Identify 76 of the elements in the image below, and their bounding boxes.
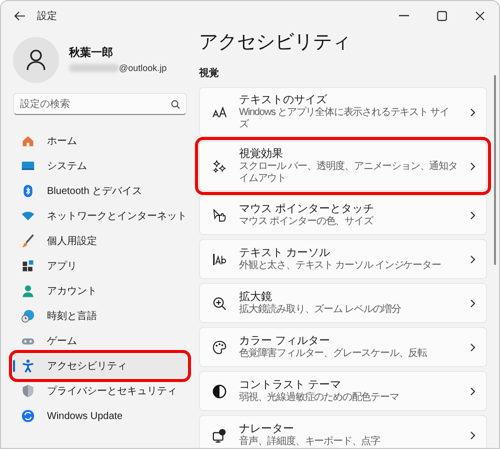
minimize-icon <box>399 15 409 17</box>
card-description: スクロール バー、透明度、アニメーション、通知タイムアウト <box>239 161 458 185</box>
monitor-icon <box>21 159 35 173</box>
sidebar-item[interactable]: Windows Update <box>13 404 187 428</box>
narrator-icon <box>212 428 227 442</box>
account-email: @outlook.jp <box>119 62 167 75</box>
card-description: 弱視、光線過敏症のための配色テーマ <box>239 392 400 404</box>
card-title: テキスト カーソル <box>239 246 332 260</box>
settings-card[interactable]: ナレーター 音声、詳細度、キーボード、点字 <box>199 415 487 448</box>
chevron-right-icon <box>470 342 476 352</box>
section-heading: 視覚 <box>199 66 220 81</box>
search-field[interactable]: 設定の検索 <box>13 93 187 115</box>
shield-icon <box>21 384 35 398</box>
maximize-icon <box>437 11 447 21</box>
sparkles-icon <box>212 158 227 174</box>
card-description: 色覚障害フィルター、グレースケール、反転 <box>239 348 428 360</box>
settings-card[interactable]: カラー フィルター 色覚障害フィルター、グレースケール、反転 <box>199 327 487 367</box>
card-title: ナレーター <box>239 422 295 436</box>
blurred-text <box>69 64 119 72</box>
apps-icon <box>21 259 35 273</box>
settings-card[interactable]: 拡大鏡 拡大鏡読み取り、ズーム レベルの増分 <box>199 283 487 323</box>
sidebar-item[interactable]: システム <box>13 154 187 178</box>
card-title: カラー フィルター <box>239 334 332 348</box>
card-title: 拡大鏡 <box>239 290 273 304</box>
settings-card[interactable]: テキスト カーソル 外観と太さ、テキスト カーソル インジケーター <box>199 239 487 279</box>
card-title: 視覚効果 <box>239 147 284 161</box>
house-icon <box>21 134 35 148</box>
card-description: 外観と太さ、テキスト カーソル インジケーター <box>239 260 442 272</box>
card-description: Windows とアプリ全体に表示されるテキスト サイズ <box>239 107 450 131</box>
sidebar-item[interactable]: プライバシーとセキュリティ <box>13 379 187 403</box>
page-title: アクセシビリティ <box>199 33 352 52</box>
sidebar-item[interactable]: アカウント <box>13 279 187 303</box>
person-icon <box>26 49 46 71</box>
bluetooth-icon <box>21 184 35 198</box>
brush-icon <box>21 234 35 248</box>
update-icon <box>21 409 35 423</box>
sidebar-item[interactable]: Bluetooth とデバイス <box>13 179 187 203</box>
back-arrow-icon <box>14 11 24 21</box>
sidebar-item[interactable]: アプリ <box>13 254 187 278</box>
close-icon <box>475 11 485 21</box>
chevron-right-icon <box>470 254 476 264</box>
magnifier-plus-icon <box>212 296 227 310</box>
card-description: 音声、詳細度、キーボード、点字 <box>239 436 382 448</box>
settings-card[interactable]: コントラスト テーマ 弱視、光線過敏症のための配色テーマ <box>199 371 487 411</box>
settings-card[interactable]: テキストのサイズ Windows とアプリ全体に表示されるテキスト サイズ <box>199 87 487 137</box>
sidebar-item[interactable]: ホーム <box>13 129 187 153</box>
chevron-right-icon <box>470 162 476 170</box>
window-title: 設定 <box>37 10 57 24</box>
sidebar-item[interactable]: 時刻と言語 <box>13 304 187 328</box>
chevron-right-icon <box>470 210 476 220</box>
sidebar-item[interactable]: アクセシビリティ <box>13 354 187 378</box>
settings-card[interactable]: マウス ポインターとタッチ マウス ポインターの色、サイズ <box>199 195 487 235</box>
text-size-icon <box>212 104 227 120</box>
globe-clock-icon <box>21 309 35 323</box>
card-title: マウス ポインターとタッチ <box>239 202 376 216</box>
chevron-right-icon <box>470 430 476 440</box>
card-description: マウス ポインターの色、サイズ <box>239 216 374 228</box>
sidebar-item[interactable]: 個人用設定 <box>13 229 187 253</box>
card-title: コントラスト テーマ <box>239 378 342 392</box>
contrast-icon <box>212 384 227 398</box>
search-icon <box>171 100 180 109</box>
card-title: テキストのサイズ <box>239 93 328 106</box>
account-name: 秋葉一郎 <box>69 46 114 61</box>
accessibility-icon <box>21 359 35 373</box>
pointer-hand-icon <box>212 208 227 222</box>
chevron-right-icon <box>470 298 476 308</box>
sidebar-item[interactable]: ネットワークとインターネット <box>13 204 187 228</box>
palette-icon <box>212 340 227 354</box>
card-description: 拡大鏡読み取り、ズーム レベルの増分 <box>239 304 402 316</box>
wifi-icon <box>21 209 35 223</box>
text-cursor-icon <box>212 252 227 266</box>
person-icon <box>21 284 35 298</box>
scrollbar[interactable] <box>494 75 496 265</box>
selection-indicator <box>13 360 15 372</box>
chevron-right-icon <box>470 386 476 396</box>
chevron-right-icon <box>470 108 476 116</box>
